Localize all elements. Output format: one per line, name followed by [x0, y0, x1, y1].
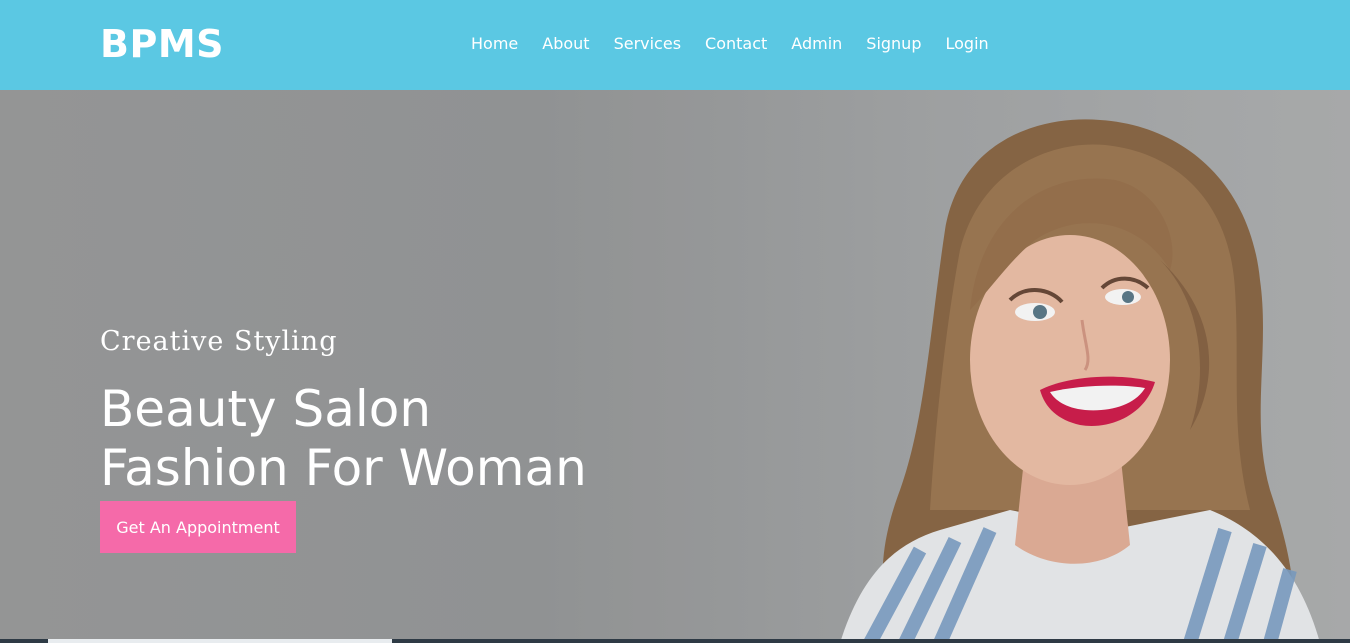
- nav-link-signup[interactable]: Signup: [866, 34, 921, 53]
- nav-link-login[interactable]: Login: [945, 34, 988, 53]
- nav-item-about: About: [542, 34, 589, 54]
- hero-headline-line-2: Fashion For Woman: [100, 439, 587, 497]
- nav-item-services: Services: [614, 34, 681, 54]
- nav-link-about[interactable]: About: [542, 34, 589, 53]
- bottom-strip: [0, 639, 1350, 643]
- nav-item-admin: Admin: [791, 34, 842, 54]
- nav-link-admin[interactable]: Admin: [791, 34, 842, 53]
- main-nav: Home About Services Contact Admin Signup…: [471, 34, 989, 54]
- brand-logo[interactable]: BPMS: [100, 22, 224, 66]
- top-navbar: BPMS Home About Services Contact Admin S…: [0, 0, 1350, 90]
- nav-item-signup: Signup: [866, 34, 921, 54]
- hero-headline-line-1: Beauty Salon: [100, 380, 432, 438]
- hero-overlay: [0, 90, 1350, 643]
- nav-item-login: Login: [945, 34, 988, 54]
- bottom-strip-segment: [48, 639, 392, 643]
- get-appointment-button[interactable]: Get An Appointment: [100, 501, 296, 553]
- nav-link-home[interactable]: Home: [471, 34, 518, 53]
- nav-link-services[interactable]: Services: [614, 34, 681, 53]
- hero-headline: Beauty Salon Fashion For Woman: [100, 380, 587, 498]
- nav-item-contact: Contact: [705, 34, 767, 54]
- nav-link-contact[interactable]: Contact: [705, 34, 767, 53]
- hero-eyebrow: Creative Styling: [100, 326, 338, 357]
- hero-banner: Creative Styling Beauty Salon Fashion Fo…: [0, 90, 1350, 643]
- nav-item-home: Home: [471, 34, 518, 54]
